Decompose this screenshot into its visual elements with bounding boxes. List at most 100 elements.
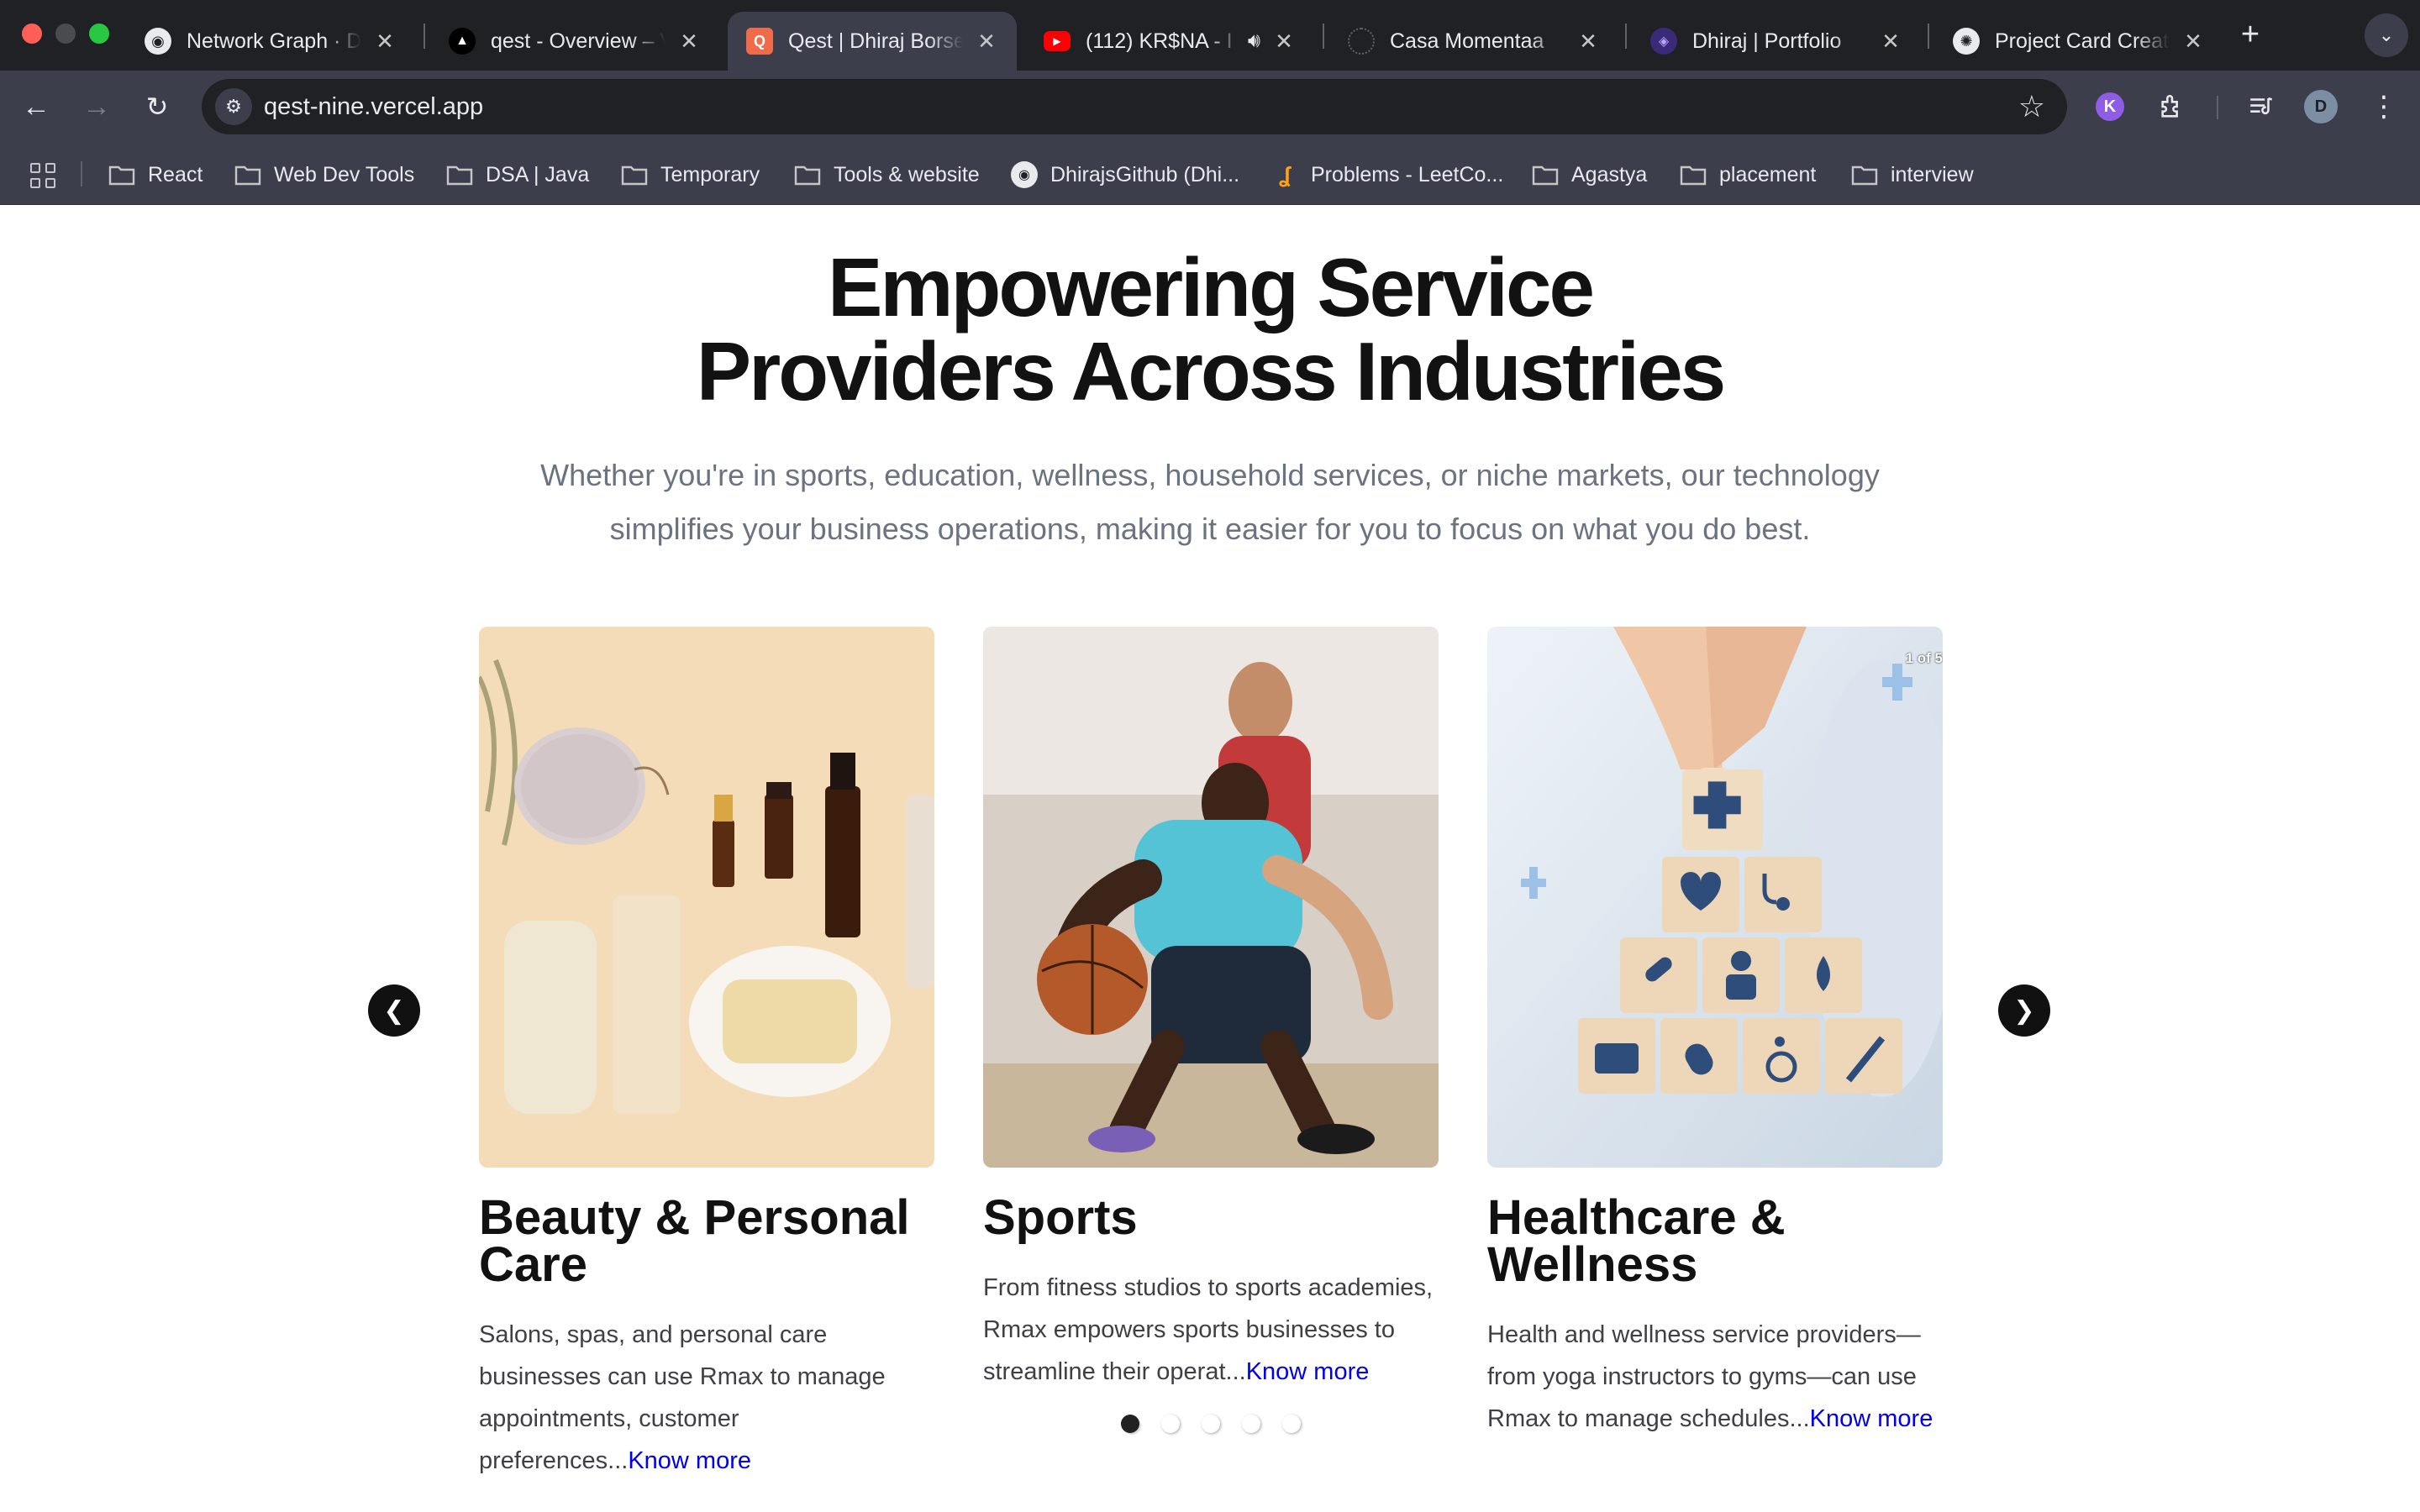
browser-toolbar: ← → ↻ ⚙ qest-nine.vercel.app ☆ K D ⋮ bbox=[0, 71, 2420, 143]
carousel-dot[interactable] bbox=[1242, 1415, 1260, 1433]
tab-network-graph[interactable]: ◉ Network Graph · Dhi ✕ bbox=[126, 12, 415, 71]
forward-arrow-icon: → bbox=[82, 90, 111, 123]
know-more-link[interactable]: Know more bbox=[1246, 1358, 1370, 1385]
site-info-button[interactable]: ⚙ bbox=[215, 88, 252, 125]
leetcode-icon: ʆ bbox=[1278, 161, 1292, 187]
carousel-next-button[interactable]: ❯ bbox=[1998, 984, 2050, 1037]
tab-project-card[interactable]: ✺ Project Card Creato ✕ bbox=[1934, 12, 2223, 71]
tab-title: Project Card Creato bbox=[1995, 29, 2170, 53]
profile-avatar[interactable]: D bbox=[2304, 90, 2338, 123]
close-tab-icon[interactable]: ✕ bbox=[1879, 29, 1902, 55]
minimize-window-button[interactable] bbox=[55, 24, 76, 44]
audio-playing-icon[interactable]: 🔊︎ bbox=[1248, 29, 1260, 53]
bookmark-react[interactable]: React bbox=[108, 158, 203, 192]
card-title: Beauty & Personal Care bbox=[479, 1190, 910, 1292]
portfolio-icon: ◈ bbox=[1650, 28, 1677, 55]
tab-title: Casa Momentaa bbox=[1390, 29, 1544, 53]
tab-title: qest - Overview – Ve bbox=[491, 29, 666, 53]
know-more-link[interactable]: Know more bbox=[1810, 1405, 1933, 1432]
apps-grid-icon[interactable] bbox=[30, 163, 55, 188]
bookmark-dhirajs-github[interactable]: ◉ DhirajsGithub (Dhi... bbox=[1010, 158, 1239, 192]
industry-card-beauty[interactable]: Beauty & Personal Care Salons, spas, and… bbox=[479, 627, 934, 1482]
tab-qest-active[interactable]: Q Qest | Dhiraj Borse ✕ bbox=[728, 12, 1017, 71]
url-text[interactable]: qest-nine.vercel.app bbox=[264, 93, 483, 121]
tab-casa-momentaa[interactable]: Casa Momentaa ✕ bbox=[1329, 12, 1618, 71]
bookmark-tools-website[interactable]: Tools & website bbox=[793, 158, 980, 192]
basketball-players-image bbox=[983, 627, 1439, 1168]
carousel-prev-button[interactable]: ❮ bbox=[368, 984, 420, 1037]
carousel-dot[interactable] bbox=[1161, 1415, 1180, 1433]
bookmark-placement[interactable]: placement bbox=[1679, 158, 1816, 192]
casa-icon bbox=[1348, 28, 1375, 55]
bookmark-interview[interactable]: interview bbox=[1850, 158, 1974, 192]
forward-button[interactable]: → bbox=[77, 87, 116, 126]
close-tab-icon[interactable]: ✕ bbox=[975, 29, 998, 55]
bookmark-label: interview bbox=[1891, 162, 1974, 186]
tab-youtube[interactable]: ▶ (112) KR$NA - I 🔊︎ ✕ bbox=[1025, 12, 1314, 71]
industry-card-sports[interactable]: Sports From fitness studios to sports ac… bbox=[983, 627, 1439, 1393]
card-title: Sports bbox=[983, 1190, 1138, 1245]
bookmark-label: DSA | Java bbox=[486, 162, 590, 186]
github-icon: ◉ bbox=[145, 28, 171, 55]
carousel-dot[interactable] bbox=[1202, 1415, 1220, 1433]
folder-icon bbox=[1850, 164, 1879, 186]
github-icon: ◉ bbox=[1010, 161, 1039, 188]
tab-separator bbox=[1625, 24, 1627, 49]
bookmark-label: Web Dev Tools bbox=[274, 162, 415, 186]
close-tab-icon[interactable]: ✕ bbox=[2181, 29, 2205, 55]
bookmark-web-dev-tools[interactable]: Web Dev Tools bbox=[234, 158, 414, 192]
bookmark-label: placement bbox=[1719, 162, 1817, 186]
media-control-icon[interactable] bbox=[2242, 87, 2281, 126]
bookmark-temporary[interactable]: Temporary bbox=[620, 158, 760, 192]
bookmarks-divider bbox=[81, 161, 82, 186]
bookmark-label: Tools & website bbox=[834, 162, 980, 186]
carousel-dot[interactable] bbox=[1282, 1415, 1301, 1433]
youtube-icon: ▶ bbox=[1044, 31, 1071, 51]
tab-title: Network Graph · Dhi bbox=[187, 29, 361, 53]
hero-title-line-1: Empowering Service bbox=[827, 241, 1595, 333]
vercel-icon: ▲ bbox=[449, 28, 476, 55]
tune-icon: ⚙ bbox=[225, 96, 242, 117]
bookmark-leetcode[interactable]: ʆ Problems - LeetCo... bbox=[1270, 158, 1503, 192]
reload-button[interactable]: ↻ bbox=[138, 87, 176, 126]
tab-search-button[interactable]: ⌄ bbox=[2365, 13, 2408, 57]
extension-k-icon[interactable]: K bbox=[2096, 92, 2124, 121]
new-tab-button[interactable]: + bbox=[2232, 17, 2269, 53]
back-arrow-icon: ← bbox=[22, 90, 50, 123]
bookmark-star-icon[interactable]: ☆ bbox=[2018, 89, 2045, 124]
back-button[interactable]: ← bbox=[17, 87, 55, 126]
chevron-down-icon: ⌄ bbox=[2378, 24, 2395, 45]
carousel-counter: 1 of 5 bbox=[1905, 650, 1943, 666]
folder-icon bbox=[1531, 164, 1560, 186]
carousel-dot[interactable] bbox=[1121, 1415, 1139, 1433]
beauty-products-image bbox=[479, 627, 934, 1168]
bookmarks-bar: React Web Dev Tools DSA | Java Temporary… bbox=[0, 143, 2420, 205]
know-more-link[interactable]: Know more bbox=[628, 1447, 751, 1474]
toolbar-divider bbox=[2217, 96, 2218, 119]
tab-portfolio[interactable]: ◈ Dhiraj | Portfolio ✕ bbox=[1632, 12, 1921, 71]
maximize-window-button[interactable] bbox=[89, 24, 109, 44]
bookmark-label: Agastya bbox=[1571, 162, 1648, 186]
close-tab-icon[interactable]: ✕ bbox=[677, 29, 701, 55]
tab-separator bbox=[1323, 24, 1324, 49]
qest-icon: Q bbox=[746, 28, 773, 55]
tab-qest-overview[interactable]: ▲ qest - Overview – Ve ✕ bbox=[430, 12, 719, 71]
bookmark-dsa-java[interactable]: DSA | Java bbox=[445, 158, 589, 192]
folder-icon bbox=[1679, 164, 1707, 186]
openai-icon: ✺ bbox=[1953, 28, 1980, 55]
address-bar[interactable]: ⚙ qest-nine.vercel.app ☆ bbox=[202, 79, 2067, 134]
extensions-puzzle-icon[interactable] bbox=[2153, 87, 2191, 126]
close-tab-icon[interactable]: ✕ bbox=[373, 29, 397, 55]
bookmark-label: DhirajsGithub (Dhi... bbox=[1050, 162, 1240, 186]
close-tab-icon[interactable]: ✕ bbox=[1576, 29, 1600, 55]
reload-icon: ↻ bbox=[145, 92, 169, 122]
bookmark-label: Temporary bbox=[660, 162, 760, 186]
bookmark-label: Problems - LeetCo... bbox=[1311, 162, 1504, 186]
chevron-right-icon: ❯ bbox=[2013, 996, 2035, 1025]
bookmark-agastya[interactable]: Agastya bbox=[1531, 158, 1647, 192]
close-window-button[interactable] bbox=[22, 24, 42, 44]
close-tab-icon[interactable]: ✕ bbox=[1272, 29, 1296, 55]
industry-card-healthcare[interactable]: 1 of 5 Healthcare & Wellness Health and … bbox=[1487, 627, 1943, 1440]
kebab-menu-icon[interactable]: ⋮ bbox=[2365, 87, 2403, 126]
card-description: From fitness studios to sports academies… bbox=[983, 1267, 1439, 1393]
